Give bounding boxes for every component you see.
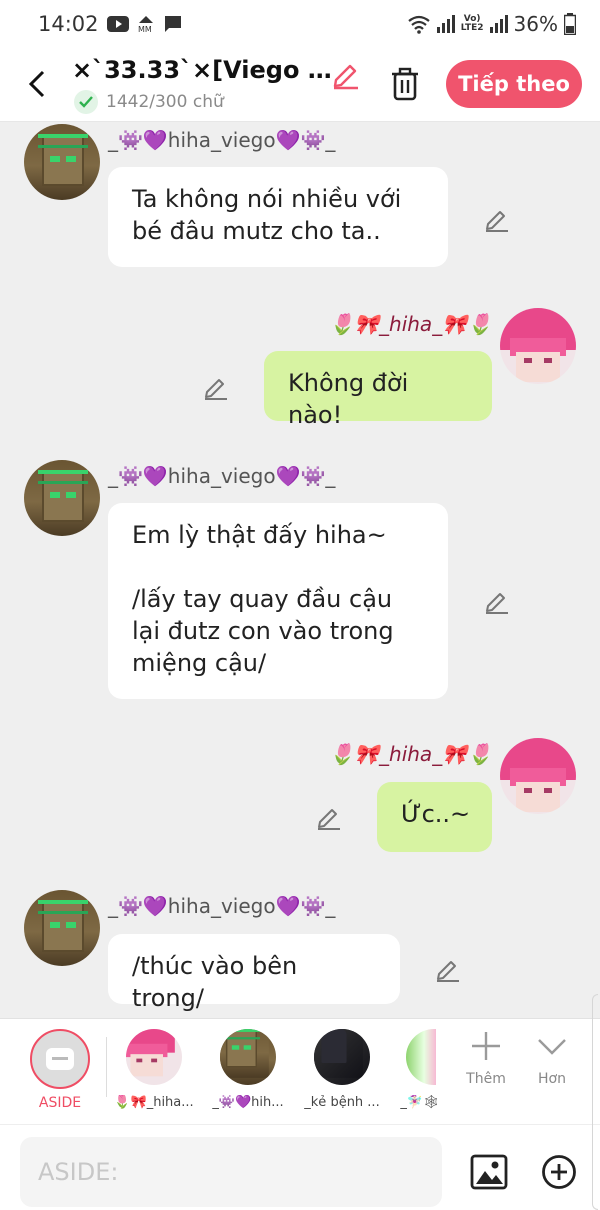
mail-m-icon: MM [137,15,155,33]
signal-icon [436,15,455,33]
chat-area: _👾💜hiha_viego💜👾_ Ta không nói nhiều với … [0,122,600,1018]
composer [0,1124,600,1210]
image-icon [470,1154,508,1190]
character-label: _🧚🏻‍♀️🕸 [400,1095,440,1110]
avatar-hiha[interactable] [500,738,576,814]
add-button[interactable] [538,1149,580,1195]
check-icon [74,90,98,114]
story-title: ×`33.33`×[Viego x h… [72,56,332,84]
chevron-down-icon [538,1039,566,1055]
delete-button[interactable] [386,64,424,104]
svg-text:MM: MM [138,25,152,33]
next-button[interactable]: Tiếp theo [446,60,582,108]
expand-tray-button[interactable]: Hơn [522,1029,582,1119]
sender-name: 🌷🎀_hiha_🎀🌷 [329,742,492,766]
sender-name: 🌷🎀_hiha_🎀🌷 [329,312,492,336]
pencil-icon [486,593,508,614]
pencil-icon [437,961,459,982]
avatar-viego[interactable] [24,460,100,536]
tray-divider [106,1037,107,1097]
pencil-icon [205,379,227,400]
character-tray: ASIDE 🌷🎀_hiha... _👾💜hih... _kẻ bệnh ... … [0,1018,600,1124]
edge-handle[interactable] [592,994,598,1210]
wifi-icon [407,14,431,34]
message-bubble[interactable]: Ức..~ [377,782,492,852]
message-bubble[interactable]: Không đời nào! [264,351,492,429]
back-button[interactable] [20,64,54,104]
aside-icon [46,1048,74,1070]
edit-message-button[interactable] [314,802,344,832]
signal-2-icon [489,15,508,33]
avatar-viego[interactable] [24,124,100,200]
message-icon [163,15,183,33]
pencil-icon [486,211,508,232]
character-partial[interactable] [406,1029,436,1085]
edit-message-button[interactable] [482,204,512,234]
story-header: ×`33.33`×[Viego x h… 1442/300 chữ Tiếp t… [0,48,600,122]
character-label: _👾💜hih... [212,1095,284,1110]
youtube-icon [106,16,129,32]
pencil-icon [333,64,358,90]
battery-percent: 36% [513,12,558,36]
message-bubble[interactable]: /thúc vào bên trong/ [108,934,400,1012]
volte-indicator: Vo) LTE2 [460,14,484,33]
aside-input[interactable] [20,1137,442,1207]
edit-message-button[interactable] [201,372,231,402]
character-dark[interactable] [314,1029,370,1085]
message-bubble[interactable]: Em lỳ thật đấy hiha~ /lấy tay quay đầu c… [108,503,448,699]
word-count: 1442/300 chữ [74,90,224,114]
edit-message-button[interactable] [433,954,463,984]
sender-name: _👾💜hiha_viego💜👾_ [108,894,336,918]
plus-icon [472,1032,500,1060]
image-button[interactable] [466,1149,512,1195]
word-count-label: 1442/300 chữ [106,92,224,112]
avatar-viego[interactable] [24,890,100,966]
character-viego[interactable] [220,1029,276,1085]
avatar-hiha[interactable] [500,308,576,384]
edit-title-button[interactable] [330,58,362,90]
plus-circle-icon [542,1155,576,1189]
aside-label: ASIDE [38,1095,82,1111]
edit-message-button[interactable] [482,586,512,616]
character-label: _kẻ bệnh ... [304,1095,380,1110]
character-label: 🌷🎀_hiha... [114,1095,194,1110]
battery-icon [564,13,576,35]
chevron-left-icon [28,70,45,98]
trash-icon [392,67,418,101]
sender-name: _👾💜hiha_viego💜👾_ [108,464,336,488]
aside-button[interactable] [30,1029,90,1089]
status-time: 14:02 [38,12,99,36]
pencil-icon [318,809,340,830]
character-hiha[interactable] [126,1029,182,1085]
status-bar: 14:02 MM Vo) LTE2 36% [0,0,600,48]
message-bubble[interactable]: Ta không nói nhiều với bé đâu mutz cho t… [108,167,448,267]
more-characters-button[interactable]: Thêm [456,1029,516,1119]
sender-name: _👾💜hiha_viego💜👾_ [108,128,336,152]
